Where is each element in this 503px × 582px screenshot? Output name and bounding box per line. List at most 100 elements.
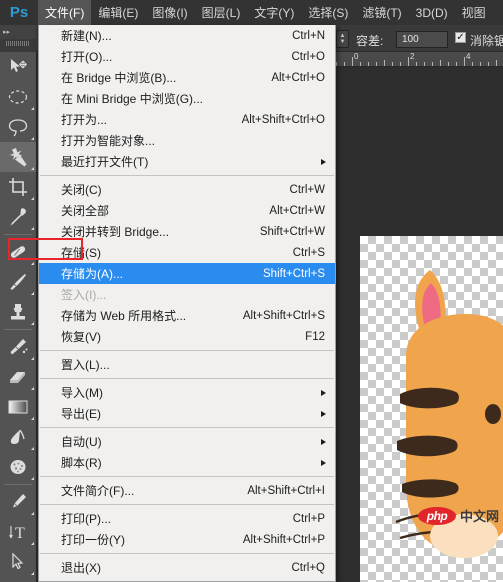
menu-item-open-recent[interactable]: 最近打开文件(T) [39,151,335,172]
menu-item-save-as[interactable]: 存储为(A)... Shift+Ctrl+S [39,263,335,284]
lasso-tool[interactable] [0,112,36,142]
pen-tool[interactable] [0,487,36,517]
ruler-label-0: 0 [354,52,359,61]
tool-more-icon [31,107,34,110]
healing-brush-tool[interactable] [0,237,36,267]
marquee-tool[interactable] [0,82,36,112]
dodge-tool[interactable] [0,452,36,482]
menu-item-shortcut: Alt+Ctrl+O [271,71,325,84]
menubar-item-type[interactable]: 文字(Y) [247,0,301,25]
menu-item-shortcut: Alt+Shift+Ctrl+S [242,309,325,322]
menu-item-label: 文件简介(F)... [61,484,135,498]
menu-item-save[interactable]: 存储(S) Ctrl+S [39,242,335,263]
menu-item-label: 打印(P)... [61,512,111,526]
crop-tool[interactable] [0,172,36,202]
menu-item-open[interactable]: 打开(O)... Ctrl+O [39,46,335,67]
antialias-label: 消除锯 [470,34,503,48]
php-logo: php [418,506,456,525]
menubar-item-image[interactable]: 图像(I) [145,0,194,25]
menu-item-label: 存储为 Web 所用格式... [61,309,187,323]
menu-separator [40,175,334,176]
tool-more-icon [31,387,34,390]
tool-more-icon [31,477,34,480]
watermark: php 中文网 [418,506,499,525]
ellipse-shape-tool[interactable] [0,577,36,582]
menu-item-open-as[interactable]: 打开为... Alt+Shift+Ctrl+O [39,109,335,130]
menubar-item-select[interactable]: 选择(S) [301,0,355,25]
menu-item-label: 打印一份(Y) [61,533,125,547]
menu-item-save-for-web[interactable]: 存储为 Web 所用格式... Alt+Shift+Ctrl+S [39,305,335,326]
tool-more-icon [31,227,34,230]
menu-item-exit[interactable]: 退出(X) Ctrl+Q [39,557,335,578]
photoshop-logo: Ps [9,4,29,21]
menu-item-label: 置入(L)... [61,358,110,372]
brush-tool[interactable] [0,267,36,297]
menu-item-export[interactable]: 导出(E) [39,403,335,424]
menu-separator [40,350,334,351]
menu-item-label: 打开为... [61,113,108,127]
type-tool[interactable]: T [0,517,36,547]
menubar-item-view[interactable]: 视图 [455,0,493,25]
menubar-item-edit[interactable]: 编辑(E) [91,0,145,25]
tolerance-input[interactable]: 100 [396,31,448,48]
path-selection-tool[interactable] [0,547,36,577]
menu-item-shortcut: Ctrl+P [292,512,325,525]
menu-item-label: 签入(I)... [61,288,107,302]
menu-item-file-info[interactable]: 文件简介(F)... Alt+Shift+Ctrl+I [39,480,335,501]
menu-item-open-as-smart-object[interactable]: 打开为智能对象... [39,130,335,151]
menu-item-label: 打开为智能对象... [61,134,156,148]
image-canvas[interactable]: php 中文网 [360,236,503,582]
menu-item-import[interactable]: 导入(M) [39,382,335,403]
clone-stamp-tool[interactable] [0,297,36,327]
eyedropper-tool[interactable] [0,202,36,232]
tolerance-stepper[interactable]: ▲ ▼ [336,30,349,48]
menu-item-label: 最近打开文件(T) [61,155,149,169]
tool-more-icon [31,447,34,450]
eraser-tool[interactable] [0,362,36,392]
menu-item-label: 存储(S) [61,246,101,260]
menu-item-place[interactable]: 置入(L)... [39,354,335,375]
menu-item-shortcut: Ctrl+N [292,29,325,42]
tool-more-icon [31,357,34,360]
submenu-arrow-icon [321,438,326,445]
tool-more-icon [31,137,34,140]
menu-item-label: 退出(X) [61,561,101,575]
magic-wand-tool[interactable] [0,142,36,172]
tool-more-icon [31,167,34,170]
menu-item-close[interactable]: 关闭(C) Ctrl+W [39,179,335,200]
gradient-tool[interactable] [0,392,36,422]
menu-item-new[interactable]: 新建(N)... Ctrl+N [39,25,335,46]
menu-item-shortcut: Ctrl+Q [291,561,325,574]
menu-separator [40,553,334,554]
menu-item-label: 导出(E) [61,407,101,421]
menu-item-label: 在 Bridge 中浏览(B)... [61,71,177,85]
menu-item-scripts[interactable]: 脚本(R) [39,452,335,473]
menu-item-close-and-go-to-bridge[interactable]: 关闭并转到 Bridge... Shift+Ctrl+W [39,221,335,242]
menubar-item-layer[interactable]: 图层(L) [195,0,248,25]
menu-item-shortcut: Shift+Ctrl+S [263,267,325,280]
menubar-item-3d[interactable]: 3D(D) [409,0,455,25]
menu-item-print-one-copy[interactable]: 打印一份(Y) Alt+Shift+Ctrl+P [39,529,335,550]
menu-item-shortcut: Ctrl+S [292,246,325,259]
menubar-item-file[interactable]: 文件(F) [38,0,92,25]
menu-item-check-in: 签入(I)... [39,284,335,305]
menu-separator [40,476,334,477]
menu-item-browse-in-mini-bridge[interactable]: 在 Mini Bridge 中浏览(G)... [39,88,335,109]
tool-more-icon [31,542,34,545]
collapse-panel-button[interactable]: ▸▸ [0,25,36,39]
menubar-item-filter[interactable]: 滤镜(T) [355,0,408,25]
blur-tool[interactable] [0,422,36,452]
history-brush-tool[interactable] [0,332,36,362]
toolbar-divider [4,329,32,330]
move-tool[interactable] [0,52,36,82]
menu-item-label: 关闭并转到 Bridge... [61,225,170,239]
menu-item-print[interactable]: 打印(P)... Ctrl+P [39,508,335,529]
menu-item-browse-in-bridge[interactable]: 在 Bridge 中浏览(B)... Alt+Ctrl+O [39,67,335,88]
menu-item-automate[interactable]: 自动(U) [39,431,335,452]
antialias-checkbox[interactable]: ✓ [455,32,466,43]
menu-item-revert[interactable]: 恢复(V) F12 [39,326,335,347]
file-menu-dropdown[interactable]: 新建(N)... Ctrl+N 打开(O)... Ctrl+O 在 Bridge… [38,25,336,582]
ruler-label-4: 4 [466,52,471,61]
menu-item-close-all[interactable]: 关闭全部 Alt+Ctrl+W [39,200,335,221]
panel-grip-icon[interactable] [6,41,30,46]
